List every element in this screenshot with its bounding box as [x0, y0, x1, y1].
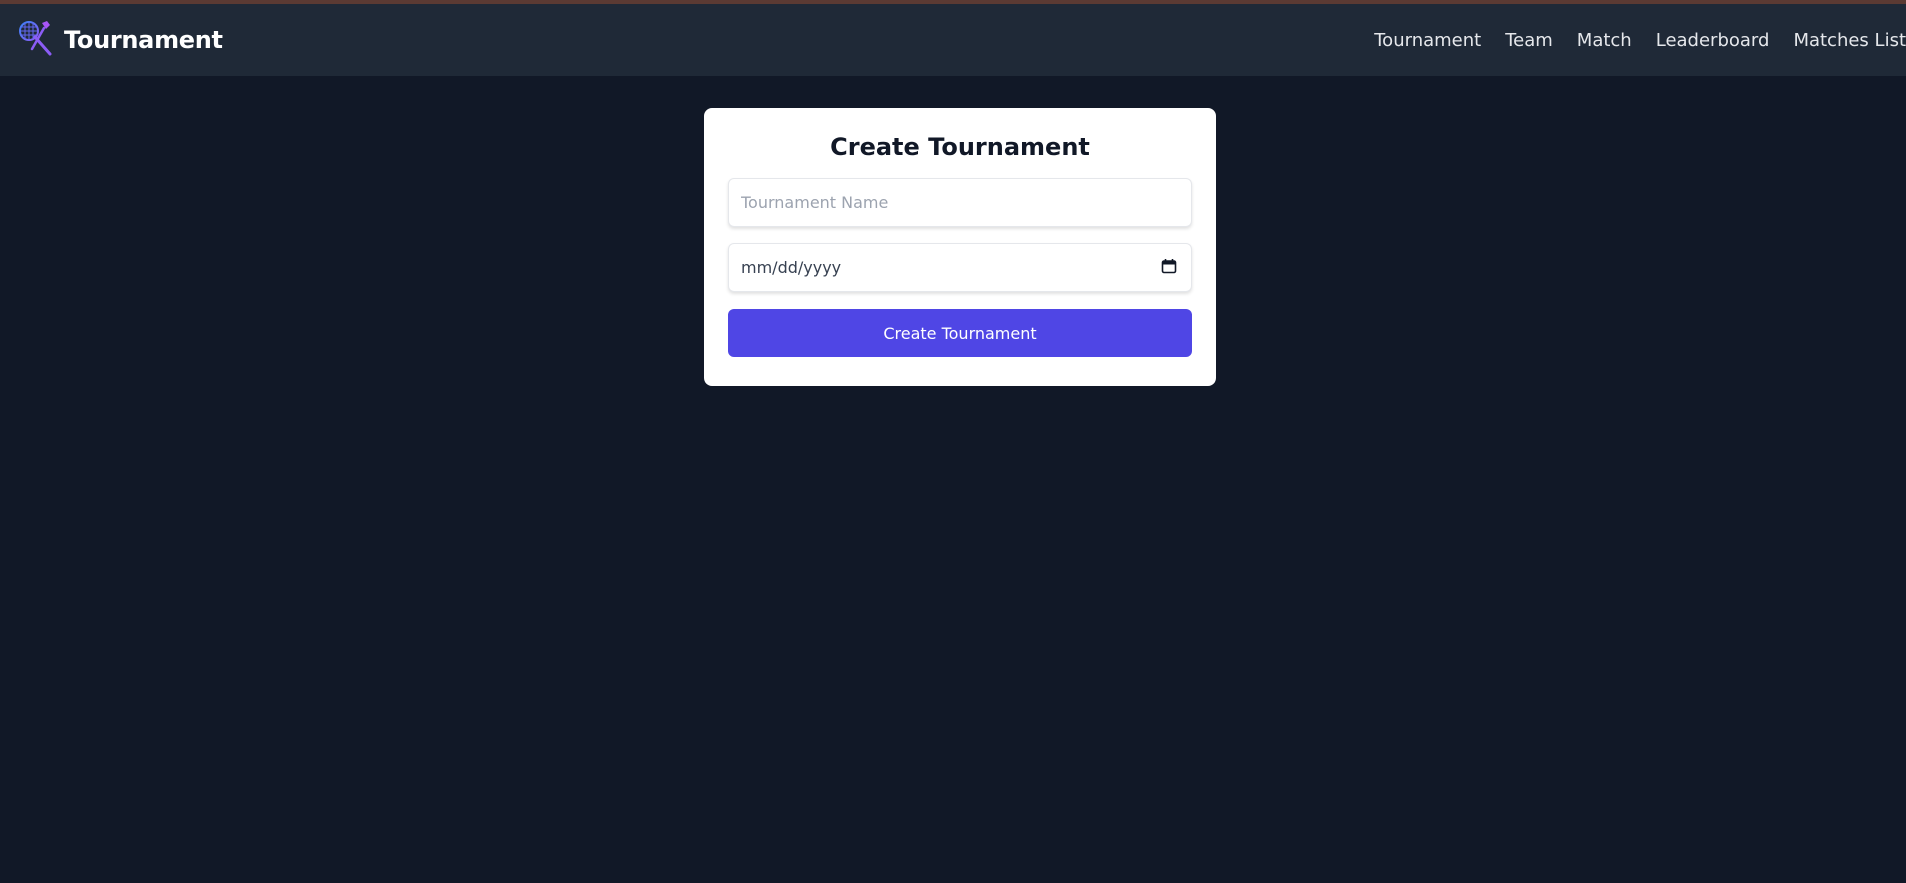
calendar-icon[interactable]	[1161, 258, 1177, 278]
form-title: Create Tournament	[830, 133, 1090, 161]
create-tournament-card: Create Tournament mm/dd/yyyy Create Tour…	[704, 108, 1216, 386]
nav-link-match[interactable]: Match	[1577, 30, 1632, 51]
nav-links: Tournament Team Match Leaderboard Matche…	[1350, 4, 1906, 76]
brand[interactable]: Tournament	[16, 19, 223, 61]
nav-link-team[interactable]: Team	[1505, 30, 1553, 51]
tournament-name-field[interactable]	[728, 178, 1192, 227]
brand-title: Tournament	[64, 26, 223, 54]
nav-link-leaderboard[interactable]: Leaderboard	[1656, 30, 1770, 51]
nav-link-matches-list[interactable]: Matches List	[1793, 30, 1906, 51]
tournament-date-field[interactable]: mm/dd/yyyy	[728, 243, 1192, 292]
navbar: Tournament Tournament Team Match Leaderb…	[0, 4, 1906, 76]
date-input-value[interactable]: mm/dd/yyyy	[741, 258, 841, 277]
nav-link-tournament[interactable]: Tournament	[1374, 30, 1481, 51]
tournament-name-input[interactable]	[741, 193, 1177, 212]
badminton-rackets-icon	[16, 19, 54, 61]
create-tournament-button[interactable]: Create Tournament	[728, 309, 1192, 357]
